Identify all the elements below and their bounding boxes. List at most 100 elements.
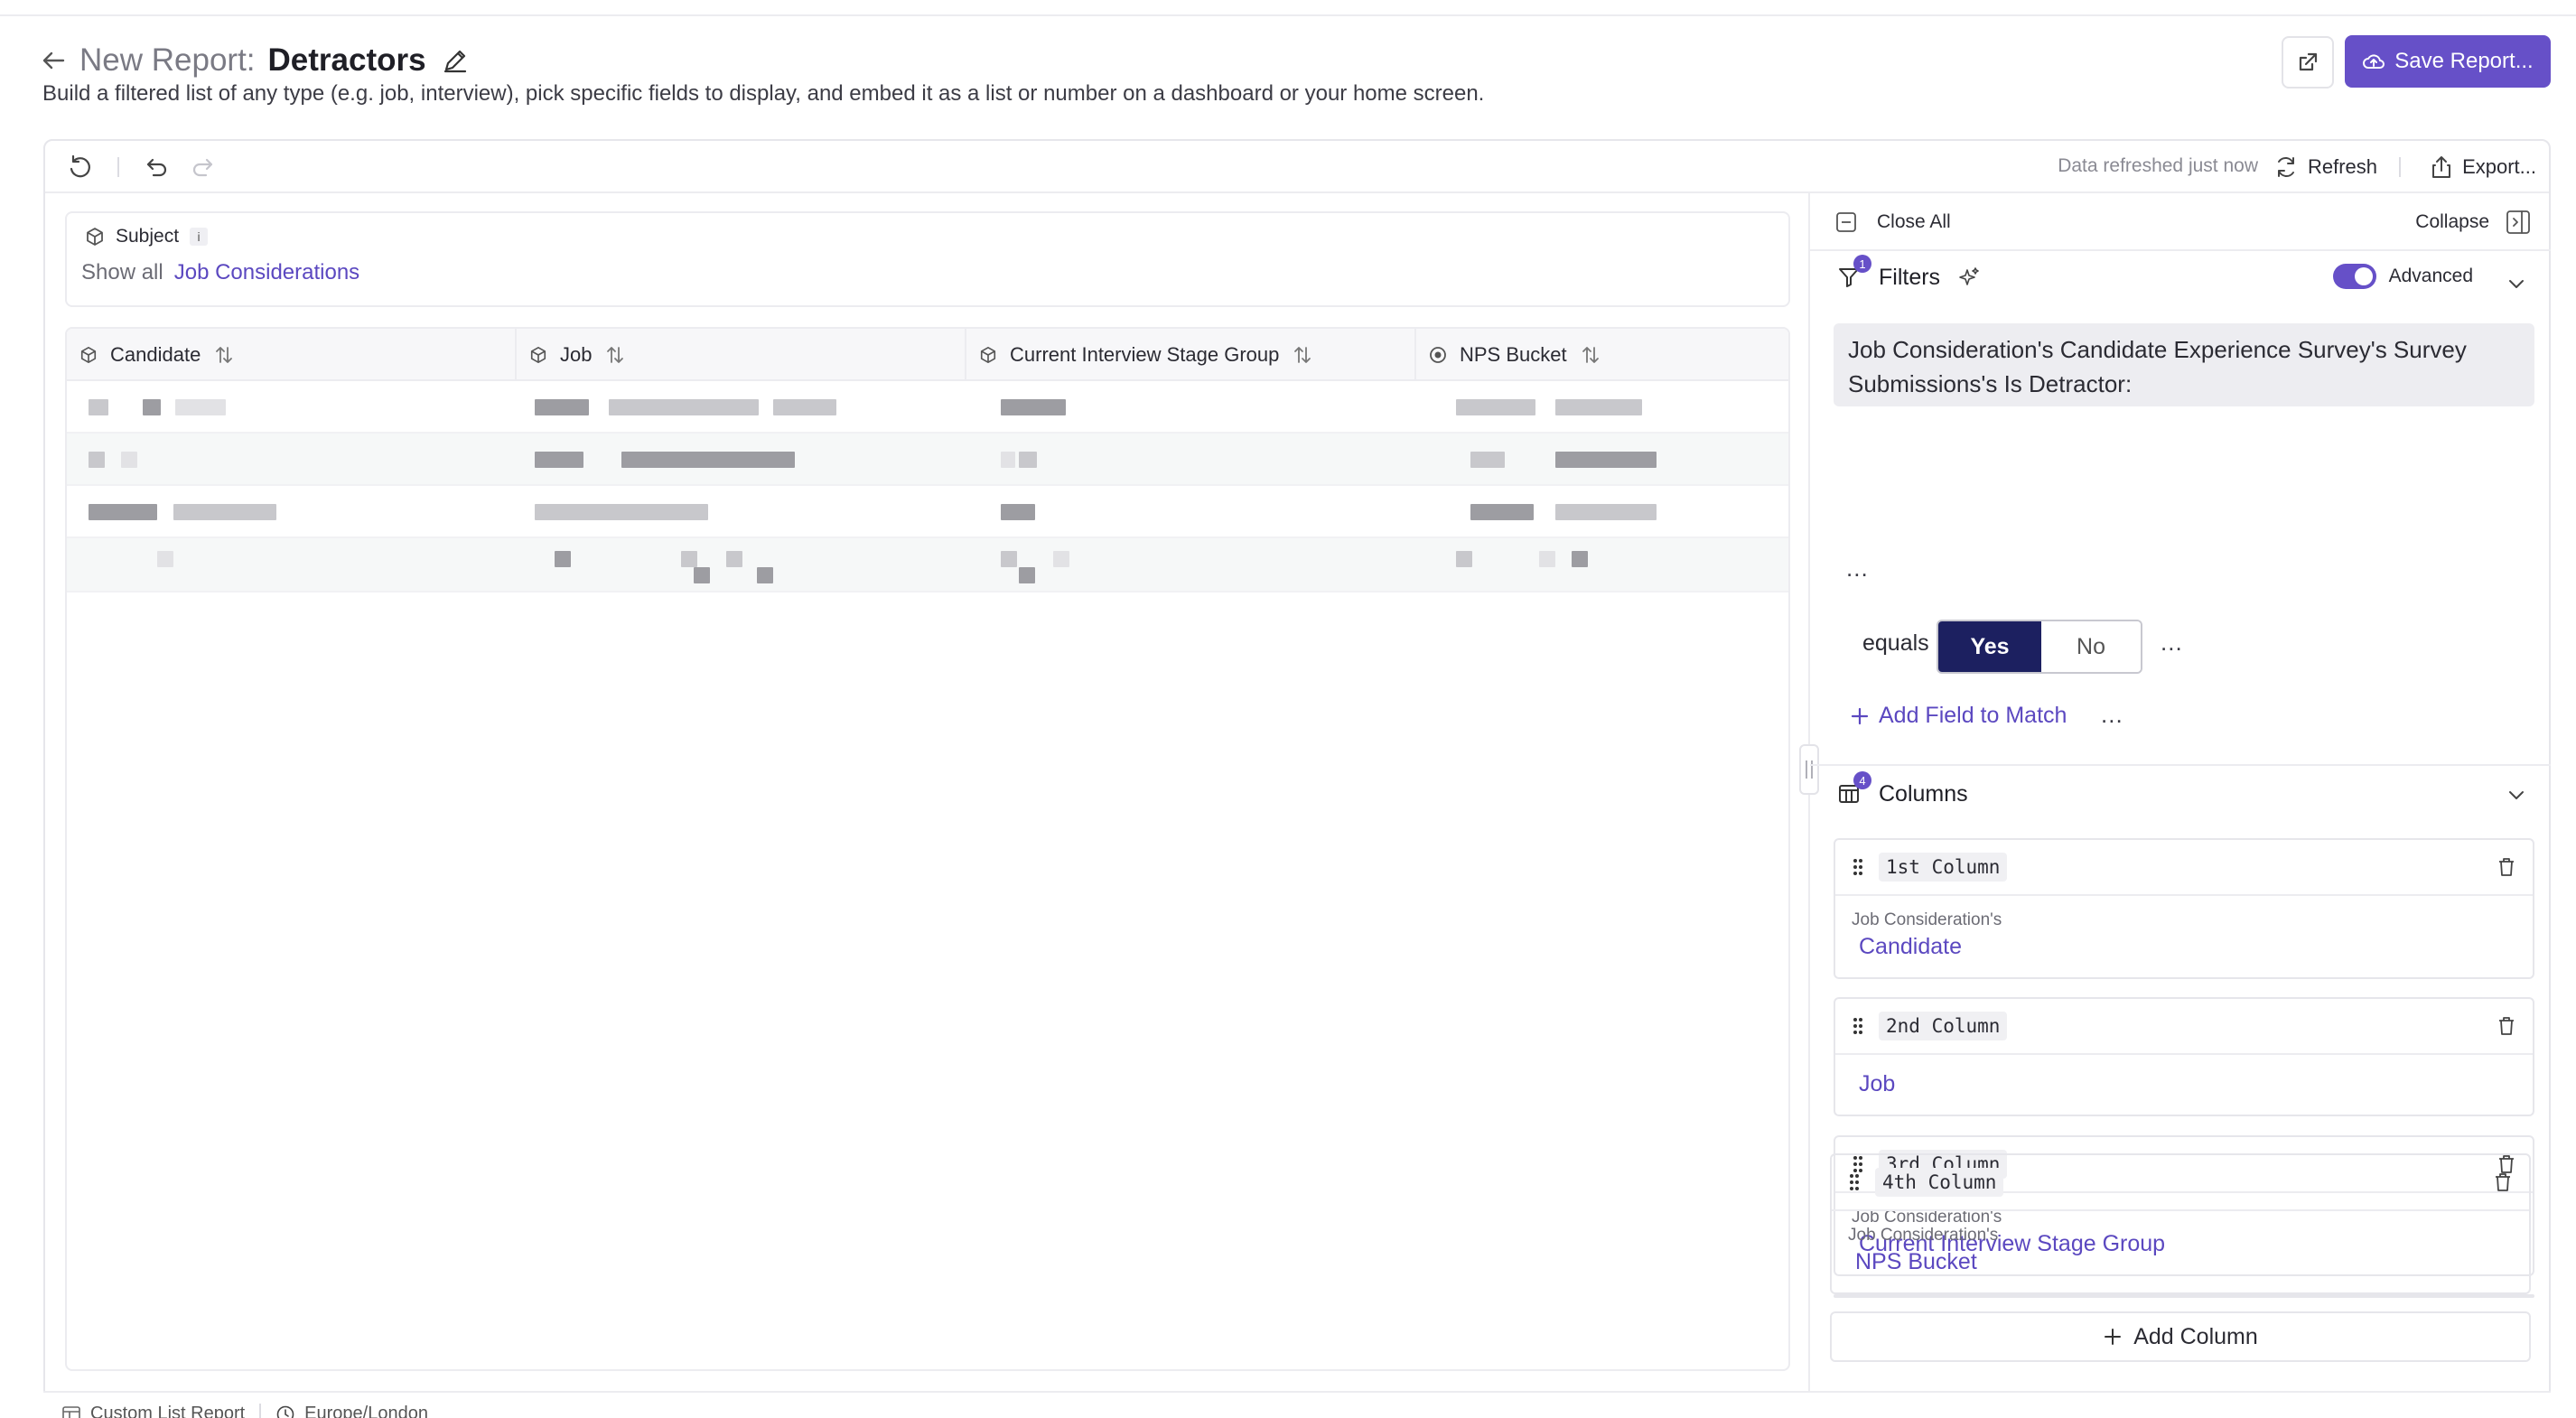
show-all-label: Show all xyxy=(81,260,163,285)
timezone-label: Europe/London xyxy=(304,1404,428,1418)
advanced-toggle[interactable] xyxy=(2332,264,2376,289)
report-toolbar: Data refreshed just now Refresh Export..… xyxy=(45,141,2549,193)
redacted-cell xyxy=(1001,504,1035,520)
sort-icon[interactable] xyxy=(1580,344,1601,366)
plus-icon xyxy=(1850,706,1870,726)
column-header-nps-bucket[interactable]: NPS Bucket xyxy=(1416,329,1788,381)
add-field-to-match-label: Add Field to Match xyxy=(1879,703,2067,728)
trash-icon[interactable] xyxy=(2497,1015,2516,1037)
save-report-label: Save Report... xyxy=(2394,49,2534,73)
no-option[interactable]: No xyxy=(2041,621,2141,672)
redacted-cell xyxy=(175,399,226,415)
table-row[interactable] xyxy=(67,434,1788,486)
redacted-cell xyxy=(773,399,836,415)
columns-section-header[interactable]: 4 Columns xyxy=(1835,771,1968,807)
redacted-cell xyxy=(1001,452,1015,468)
filter-more-button[interactable]: ... xyxy=(1846,555,1869,583)
column-field-link[interactable]: NPS Bucket xyxy=(1855,1249,1977,1275)
column-header-stage-group[interactable]: Current Interview Stage Group xyxy=(966,329,1416,381)
redacted-cell xyxy=(173,504,276,520)
redo-icon[interactable] xyxy=(188,152,219,182)
export-label: Export... xyxy=(2462,155,2536,178)
redacted-cell xyxy=(143,399,161,415)
filter-field-path[interactable]: Job Consideration's Candidate Experience… xyxy=(1834,323,2534,406)
filters-label: Filters xyxy=(1879,264,1941,290)
column-header-label: Job xyxy=(560,343,593,366)
add-column-label: Add Column xyxy=(2133,1323,2258,1349)
save-report-button[interactable]: Save Report... xyxy=(2345,35,2551,88)
panel-resize-handle[interactable] xyxy=(1799,744,1819,795)
add-column-button[interactable]: Add Column xyxy=(1830,1311,2531,1362)
toolbar-divider xyxy=(2399,157,2401,177)
info-icon[interactable]: i xyxy=(190,228,209,246)
table-row[interactable] xyxy=(67,381,1788,434)
filter-icon: 1 xyxy=(1835,255,1871,291)
redacted-cell xyxy=(1539,551,1555,567)
redacted-cell xyxy=(535,452,583,468)
cube-icon xyxy=(529,346,547,364)
report-name[interactable]: Detractors xyxy=(268,42,426,79)
redacted-cell xyxy=(1470,504,1534,520)
chevron-down-icon[interactable] xyxy=(2506,273,2527,299)
sort-icon[interactable] xyxy=(604,344,626,366)
redacted-cell xyxy=(89,452,105,468)
page-description: Build a filtered list of any type (e.g. … xyxy=(42,81,1485,106)
undo-icon[interactable] xyxy=(141,152,172,182)
table-row[interactable] xyxy=(67,486,1788,538)
page-title-prefix: New Report: xyxy=(79,42,256,78)
drag-handle-icon[interactable] xyxy=(1852,1016,1864,1036)
drag-handle-icon[interactable] xyxy=(1848,1172,1861,1192)
add-field-to-match-button[interactable]: Add Field to Match xyxy=(1850,703,2067,729)
table-header: Candidate Job Current Interview Stage Gr… xyxy=(67,329,1788,381)
redacted-cell xyxy=(535,399,589,415)
open-external-button[interactable] xyxy=(2282,36,2334,89)
subject-selection: Show all Job Considerations xyxy=(81,260,359,285)
column-header-label: NPS Bucket xyxy=(1460,343,1567,366)
column-field-link[interactable]: Candidate xyxy=(1859,934,1962,960)
cube-icon xyxy=(85,227,105,247)
close-all-label: Close All xyxy=(1877,211,1951,232)
redacted-cell xyxy=(1001,551,1017,567)
reset-icon[interactable] xyxy=(65,152,96,182)
redacted-cell xyxy=(1572,551,1588,567)
sparkle-icon[interactable] xyxy=(1956,265,1982,290)
refresh-button[interactable]: Refresh xyxy=(2273,150,2377,184)
timezone[interactable]: Europe/London xyxy=(275,1393,428,1418)
radio-icon xyxy=(1429,346,1447,364)
trash-icon[interactable] xyxy=(2497,856,2516,878)
sort-icon[interactable] xyxy=(213,344,235,366)
filters-section-header[interactable]: 1 Filters xyxy=(1835,255,1982,291)
chevron-down-icon[interactable] xyxy=(2506,784,2527,810)
drag-handle-icon[interactable] xyxy=(1852,857,1864,877)
export-button[interactable]: Export... xyxy=(2430,150,2536,184)
collapse-label: Collapse xyxy=(2415,211,2489,232)
cloud-upload-icon xyxy=(2362,51,2385,71)
clock-icon xyxy=(275,1404,295,1418)
column-header-job[interactable]: Job xyxy=(517,329,966,381)
yes-option[interactable]: Yes xyxy=(1938,621,2041,672)
column-header-candidate[interactable]: Candidate xyxy=(67,329,517,381)
table-row[interactable] xyxy=(67,538,1788,592)
sort-icon[interactable] xyxy=(1292,344,1313,366)
condition-more-button[interactable]: ... xyxy=(2161,629,2183,657)
toolbar-divider xyxy=(117,157,119,177)
column-card: 1st Column Job Consideration's Candidate xyxy=(1834,838,2534,979)
column-field-link[interactable]: Job xyxy=(1859,1071,1895,1097)
external-link-icon xyxy=(2296,51,2319,74)
filter-count-badge: 1 xyxy=(1853,255,1871,273)
refresh-label: Refresh xyxy=(2307,155,2377,178)
close-all-button[interactable]: Close All xyxy=(1835,211,1951,233)
equals-label: equals xyxy=(1862,630,1929,656)
redacted-cell xyxy=(1456,551,1472,567)
back-arrow-icon[interactable] xyxy=(40,47,67,74)
redacted-cell xyxy=(1019,567,1035,583)
trash-icon[interactable] xyxy=(2493,1171,2513,1193)
share-icon xyxy=(2430,154,2453,180)
pencil-icon[interactable] xyxy=(439,44,471,77)
redacted-cell xyxy=(1555,504,1657,520)
column-card: 4th Column Job Consideration's NPS Bucke… xyxy=(1830,1153,2531,1294)
collapse-panel-button[interactable]: Collapse xyxy=(2415,210,2531,235)
subject-type-link[interactable]: Job Considerations xyxy=(174,260,359,285)
redacted-cell xyxy=(609,399,759,415)
match-more-button[interactable]: ... xyxy=(2101,701,2123,729)
